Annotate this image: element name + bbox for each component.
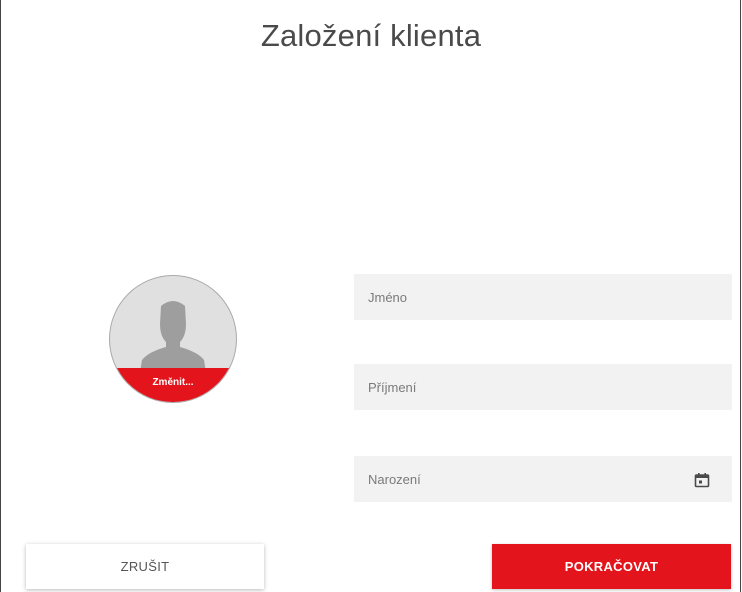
birth-date-field[interactable] bbox=[354, 456, 732, 502]
birth-date-input[interactable] bbox=[354, 456, 732, 502]
last-name-input[interactable] bbox=[354, 364, 732, 410]
cancel-button[interactable]: ZRUŠIT bbox=[26, 544, 264, 589]
page-title: Založení klienta bbox=[260, 18, 482, 53]
first-name-field[interactable] bbox=[354, 274, 732, 320]
last-name-field[interactable] bbox=[354, 364, 732, 410]
continue-button[interactable]: POKRAČOVAT bbox=[492, 544, 731, 589]
avatar[interactable]: Změnit... bbox=[109, 275, 237, 403]
change-photo-button[interactable]: Změnit... bbox=[110, 368, 236, 402]
first-name-input[interactable] bbox=[354, 274, 732, 320]
calendar-icon[interactable] bbox=[694, 472, 710, 488]
